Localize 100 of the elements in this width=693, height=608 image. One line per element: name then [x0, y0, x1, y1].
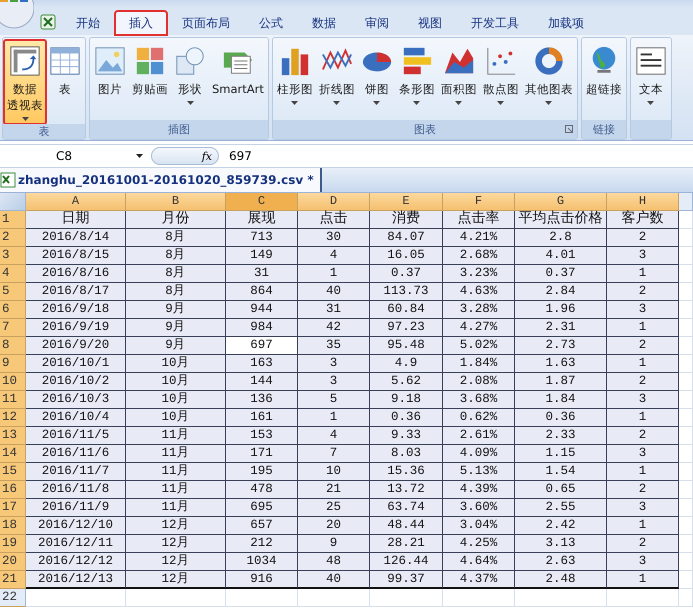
scatter-chart-icon: [484, 45, 517, 77]
table-cell: 944: [226, 301, 298, 319]
table-cell: 0.37: [370, 265, 443, 283]
ribbon-button[interactable]: 散点图: [480, 40, 522, 120]
table-cell: 1.84: [515, 391, 607, 409]
table-cell: 16.05: [370, 247, 443, 265]
table-cell: 3: [607, 301, 679, 319]
row-header[interactable]: 9: [0, 355, 26, 373]
ribbon-tab[interactable]: 加载项: [534, 11, 598, 35]
row-header[interactable]: 3: [0, 247, 26, 265]
table-cell: [679, 319, 693, 337]
table-cell: 2: [607, 481, 679, 499]
table-cell: 2016/8/16: [26, 265, 126, 283]
row-header[interactable]: 20: [0, 553, 26, 571]
table-cell: 0.36: [515, 409, 607, 427]
table-cell: 4.27%: [443, 319, 515, 337]
column-header[interactable]: B: [126, 193, 226, 211]
select-all-button[interactable]: [0, 193, 26, 211]
table-cell: 消费: [370, 211, 443, 229]
column-header[interactable]: H: [607, 193, 679, 211]
table-cell: 9: [298, 535, 370, 553]
table-cell: 163: [226, 355, 298, 373]
ribbon-tab[interactable]: 开始: [62, 11, 114, 35]
row-header[interactable]: 18: [0, 517, 26, 535]
table-cell: 9月: [126, 337, 226, 355]
table-cell: [679, 247, 693, 265]
row-header[interactable]: 16: [0, 481, 26, 499]
table-cell: 2016/11/7: [26, 463, 126, 481]
table-cell: 2.84: [515, 283, 607, 301]
table-cell: 3: [607, 553, 679, 571]
column-header[interactable]: C: [226, 193, 298, 211]
ribbon-button[interactable]: SmartArt: [209, 40, 267, 120]
ribbon-button[interactable]: 柱形图: [274, 40, 316, 120]
row-header[interactable]: 7: [0, 319, 26, 337]
table-cell: 31: [226, 265, 298, 283]
column-header[interactable]: G: [515, 193, 607, 211]
table-cell: 11月: [126, 481, 226, 499]
ribbon-tab[interactable]: 开发工具: [457, 11, 533, 35]
workbook-tab[interactable]: zhanghu_20161001-20161020_859739.csv *: [0, 168, 322, 192]
table-cell: 4.37%: [443, 571, 515, 589]
ribbon-button[interactable]: 面积图: [438, 40, 480, 120]
table-cell: [679, 265, 693, 283]
ribbon-button[interactable]: 表: [46, 40, 84, 124]
table-cell: [679, 391, 693, 409]
row-header[interactable]: 14: [0, 445, 26, 463]
column-header[interactable]: E: [370, 193, 443, 211]
ribbon-button[interactable]: 其他图表: [522, 40, 576, 120]
table-cell: 3.04%: [443, 517, 515, 535]
formula-field[interactable]: 697: [219, 149, 252, 163]
ribbon-button[interactable]: 饼图: [358, 40, 396, 120]
row-header[interactable]: 2: [0, 229, 26, 247]
ribbon-button[interactable]: 图片: [91, 40, 129, 120]
table-cell: 2016/12/13: [26, 571, 126, 589]
row-header[interactable]: 10: [0, 373, 26, 391]
column-header[interactable]: [679, 193, 693, 211]
table-cell: 2016/11/9: [26, 499, 126, 517]
caret-icon[interactable]: [136, 154, 143, 158]
ribbon-tab[interactable]: 审阅: [351, 11, 403, 35]
row-header[interactable]: 1: [0, 211, 26, 229]
ribbon-tab[interactable]: 插入: [115, 11, 167, 35]
table-cell: 4.64%: [443, 553, 515, 571]
ribbon-button[interactable]: 折线图: [316, 40, 358, 120]
row-header[interactable]: 8: [0, 337, 26, 355]
row-header[interactable]: 11: [0, 391, 26, 409]
row-header[interactable]: 22: [0, 589, 26, 607]
column-header[interactable]: F: [443, 193, 515, 211]
ribbon-tab[interactable]: 数据: [298, 11, 350, 35]
row-header[interactable]: 6: [0, 301, 26, 319]
ribbon-tab[interactable]: 视图: [404, 11, 456, 35]
ribbon-tab[interactable]: 页面布局: [168, 11, 244, 35]
ribbon-button[interactable]: 条形图: [396, 40, 438, 120]
row-header[interactable]: 5: [0, 283, 26, 301]
row-header[interactable]: 19: [0, 535, 26, 553]
name-box[interactable]: C8: [0, 149, 96, 163]
ribbon-button[interactable]: 数据 透视表: [4, 40, 46, 124]
function-button[interactable]: fx: [151, 147, 219, 165]
table-cell: 1034: [226, 553, 298, 571]
row-header[interactable]: 15: [0, 463, 26, 481]
table-cell: 1: [298, 409, 370, 427]
column-header[interactable]: D: [298, 193, 370, 211]
table-cell: 195: [226, 463, 298, 481]
ribbon-tab[interactable]: 公式: [245, 11, 297, 35]
dialog-launcher-icon[interactable]: [564, 125, 573, 133]
row-header[interactable]: 12: [0, 409, 26, 427]
ribbon-button[interactable]: 超链接: [582, 40, 625, 120]
table-cell: 4: [298, 247, 370, 265]
row-header[interactable]: 21: [0, 571, 26, 589]
column-header[interactable]: A: [26, 193, 126, 211]
row-header[interactable]: 17: [0, 499, 26, 517]
table-cell: 657: [226, 517, 298, 535]
table-cell: 2: [607, 229, 679, 247]
ribbon-button[interactable]: 剪贴画: [129, 40, 171, 120]
table-cell: 84.07: [370, 229, 443, 247]
table-cell: [443, 589, 515, 607]
ribbon-button[interactable]: 形状: [171, 40, 209, 120]
table-cell: 3: [607, 247, 679, 265]
row-header[interactable]: 13: [0, 427, 26, 445]
row-header[interactable]: 4: [0, 265, 26, 283]
table-cell: 2.8: [515, 229, 607, 247]
ribbon-button[interactable]: 文本: [632, 40, 670, 120]
